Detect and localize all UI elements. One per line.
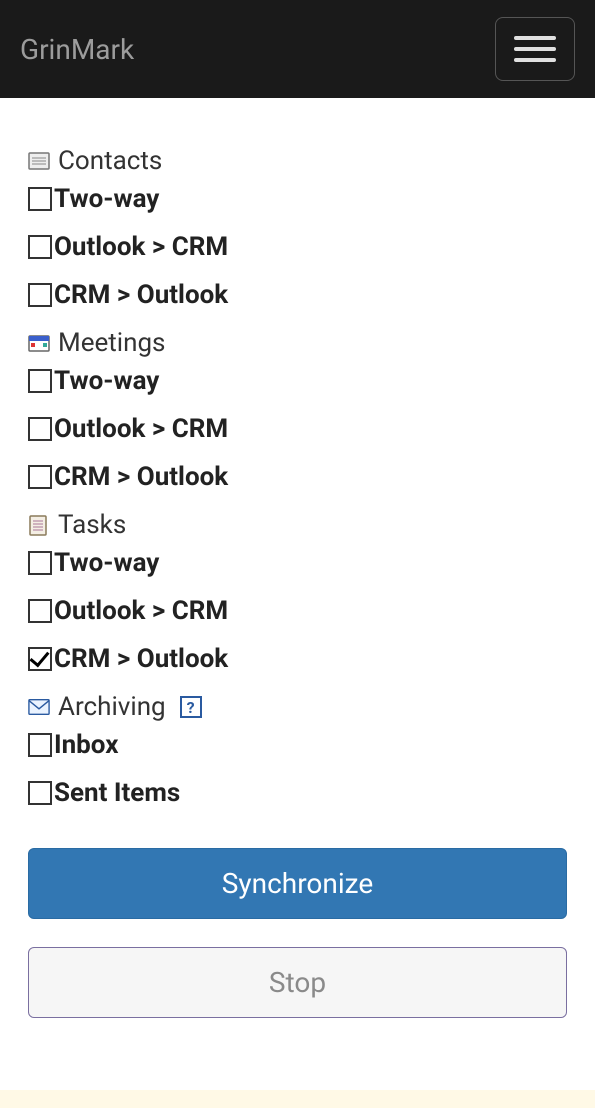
navbar: GrinMark [0,0,595,98]
meetings-option-outlook-crm: Outlook > CRM [28,414,567,444]
archiving-inbox-label[interactable]: Inbox [54,730,118,760]
tasks-icon [28,514,50,536]
contacts-option-two-way: Two-way [28,184,567,214]
tasks-outlook-crm-label[interactable]: Outlook > CRM [54,596,228,626]
contacts-crm-outlook-checkbox[interactable] [28,283,52,307]
main-content: Contacts Two-way Outlook > CRM CRM > Out… [0,98,595,1018]
tasks-outlook-crm-checkbox[interactable] [28,599,52,623]
menu-toggle-button[interactable] [495,17,575,81]
tasks-section-header: Tasks [28,510,567,540]
contacts-two-way-checkbox[interactable] [28,187,52,211]
meetings-two-way-checkbox[interactable] [28,369,52,393]
meetings-section-header: Meetings [28,328,567,358]
archiving-option-inbox: Inbox [28,730,567,760]
stop-button[interactable]: Stop [28,947,567,1018]
contacts-crm-outlook-label[interactable]: CRM > Outlook [54,280,228,310]
contacts-outlook-crm-label[interactable]: Outlook > CRM [54,232,228,262]
meetings-crm-outlook-label[interactable]: CRM > Outlook [54,462,228,492]
tasks-crm-outlook-label[interactable]: CRM > Outlook [54,644,228,674]
tasks-two-way-checkbox[interactable] [28,551,52,575]
tasks-crm-outlook-checkbox[interactable] [28,647,52,671]
contacts-label: Contacts [58,146,162,176]
meetings-two-way-label[interactable]: Two-way [54,366,159,396]
tasks-option-outlook-crm: Outlook > CRM [28,596,567,626]
tasks-two-way-label[interactable]: Two-way [54,548,159,578]
contacts-icon [28,150,50,172]
contacts-option-crm-outlook: CRM > Outlook [28,280,567,310]
archiving-section-header: Archiving ? [28,692,567,722]
tasks-option-two-way: Two-way [28,548,567,578]
meetings-icon [28,332,50,354]
contacts-option-outlook-crm: Outlook > CRM [28,232,567,262]
archiving-label: Archiving [58,692,166,722]
tasks-option-crm-outlook: CRM > Outlook [28,644,567,674]
contacts-outlook-crm-checkbox[interactable] [28,235,52,259]
help-icon[interactable]: ? [180,696,202,718]
footer-band [0,1090,595,1108]
tasks-label: Tasks [58,510,126,540]
brand-title: GrinMark [20,33,134,66]
synchronize-button[interactable]: Synchronize [28,848,567,919]
contacts-two-way-label[interactable]: Two-way [54,184,159,214]
archiving-inbox-checkbox[interactable] [28,733,52,757]
contacts-section-header: Contacts [28,146,567,176]
archiving-icon [28,696,50,718]
meetings-outlook-crm-checkbox[interactable] [28,417,52,441]
meetings-option-crm-outlook: CRM > Outlook [28,462,567,492]
archiving-option-sent-items: Sent Items [28,778,567,808]
meetings-outlook-crm-label[interactable]: Outlook > CRM [54,414,228,444]
meetings-crm-outlook-checkbox[interactable] [28,465,52,489]
meetings-option-two-way: Two-way [28,366,567,396]
meetings-label: Meetings [58,328,165,358]
archiving-sent-items-label[interactable]: Sent Items [54,778,180,808]
archiving-sent-items-checkbox[interactable] [28,781,52,805]
